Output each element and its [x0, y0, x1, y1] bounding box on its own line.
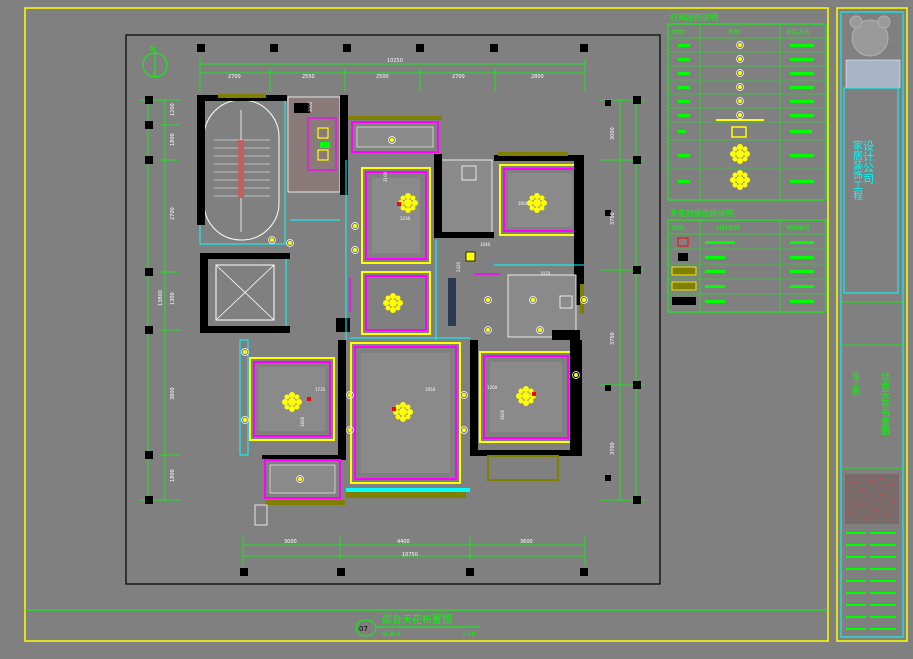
room-dim-3: 3100 [383, 171, 388, 182]
material-legend-header-1: 图例 [672, 224, 684, 232]
title-block: 设计公司 家居装饰工程 综合天花布置图 施工图 [836, 7, 908, 642]
dim-left-7: 1800 [170, 469, 176, 482]
room-dim-4: 3000 [518, 201, 529, 206]
dim-top-3: 2500 [376, 74, 389, 80]
room-dim-5: 2420 [456, 261, 461, 272]
title-block-drawing-name: 综合天花布置图 [879, 371, 890, 436]
dim-right-3: 3700 [610, 332, 616, 345]
room-dim-7: 1735 [315, 387, 326, 392]
room-dim-9: 1200 [487, 385, 498, 390]
dim-top-4: 2700 [452, 74, 465, 80]
dim-top-5: 2800 [531, 74, 544, 80]
dim-bottom-overall: 10750 [402, 552, 418, 558]
dim-left-4: 1300 [170, 292, 176, 305]
room-dim-11: 1600 [300, 416, 305, 427]
sheet-title: 07 综合天花布置图 SCALE 1:50 [355, 613, 480, 638]
room-dim-1: 3000 [308, 101, 313, 112]
sheet-number: 07 [359, 625, 368, 633]
title-block-ref: 施工图 [852, 371, 861, 397]
dim-left-3: 2700 [170, 207, 176, 220]
lighting-legend: 灯具图例说明 图例 名称 安装方式 [667, 12, 827, 201]
north-label: N [150, 45, 155, 53]
dim-top-overall: 10250 [387, 58, 403, 64]
dim-right-2: 3700 [610, 212, 616, 225]
dim-bottom-3: 3600 [520, 539, 533, 545]
cad-drawing-viewport[interactable]: N 10250 2700 2550 2500 2700 2800 3000 44… [0, 0, 913, 655]
dim-bottom-1: 3000 [284, 539, 297, 545]
dim-top-2: 2550 [302, 74, 315, 80]
north-arrow: N [142, 45, 168, 78]
room-dim-12: 1070 [540, 271, 551, 276]
drawing-title: 综合天花布置图 [382, 613, 452, 626]
material-legend: 天花材质图例说明 图例 材料名称 材料编号 [667, 208, 827, 313]
scale-value: 1:50 [462, 631, 476, 638]
lighting-legend-title: 灯具图例说明 [670, 12, 718, 22]
lighting-legend-header-2: 名称 [728, 28, 740, 36]
dim-left-2: 1800 [170, 133, 176, 146]
dim-left-1: 1200 [170, 103, 176, 116]
scale-label: SCALE [382, 631, 401, 638]
lighting-legend-header-1: 图例 [672, 28, 684, 36]
dim-left-6: 3800 [170, 387, 176, 400]
ceiling-plan-svg: N 10250 2700 2550 2500 2700 2800 3000 44… [24, 7, 908, 642]
room-dim-10: 3600 [500, 409, 505, 420]
dim-right-1: 3000 [610, 127, 616, 140]
dim-right-4: 3700 [610, 442, 616, 455]
room-dim-2: 1230 [400, 216, 411, 221]
dim-left-overall: 13800 [158, 290, 164, 306]
lighting-legend-header-3: 安装方式 [786, 28, 810, 36]
material-legend-title: 天花材质图例说明 [670, 208, 734, 218]
dim-top-1: 2700 [228, 74, 241, 80]
room-dim-6: 1040 [480, 242, 491, 247]
title-block-project: 家居装饰工程 [851, 139, 863, 200]
material-legend-header-3: 材料编号 [786, 224, 810, 232]
title-block-company: 设计公司 [862, 140, 875, 184]
dim-bottom-2: 4400 [397, 539, 410, 545]
material-legend-header-2: 材料名称 [716, 224, 740, 232]
room-dim-8: 1950 [425, 387, 436, 392]
